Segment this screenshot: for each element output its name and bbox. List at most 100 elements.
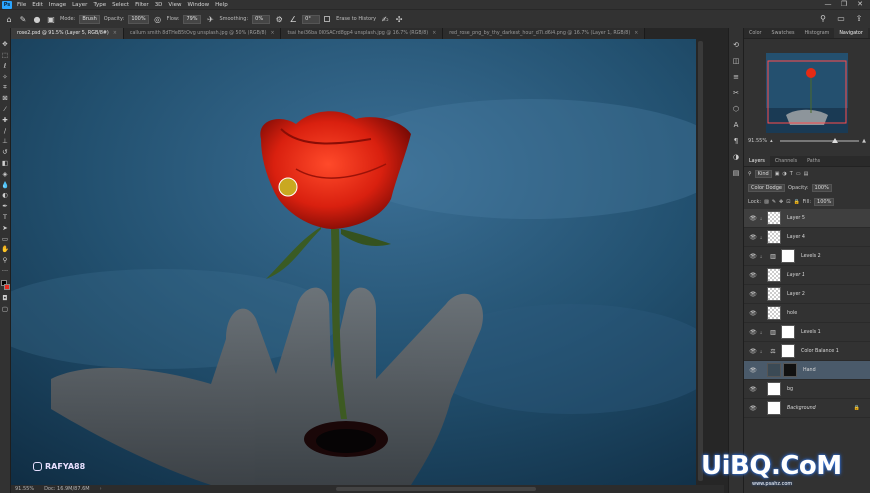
tab-document-2[interactable]: callum smith 8dTHeB5tOvg unsplash.jpg @ … bbox=[123, 28, 282, 39]
visibility-eye-icon[interactable]: 👁 bbox=[748, 291, 758, 298]
angle-input[interactable]: 0° bbox=[302, 14, 321, 24]
lock-position-icon[interactable]: ✥ bbox=[779, 199, 783, 205]
filter-type-icon[interactable]: T bbox=[790, 171, 793, 177]
tab-histogram[interactable]: Histogram bbox=[799, 28, 834, 38]
brush-panel-icon[interactable]: ≡ bbox=[731, 72, 741, 82]
chevron-right-icon[interactable]: › bbox=[100, 486, 102, 492]
erase-history-checkbox[interactable] bbox=[324, 16, 331, 22]
zoom-in-icon[interactable]: ▲ bbox=[862, 138, 866, 144]
brush-settings-icon[interactable]: ▣ bbox=[46, 14, 56, 24]
menu-select[interactable]: Select bbox=[109, 2, 132, 8]
visibility-eye-icon[interactable]: 👁 bbox=[748, 253, 758, 260]
share-icon[interactable]: ⇪ bbox=[854, 13, 864, 23]
history-brush-tool-icon[interactable]: ↺ bbox=[1, 148, 10, 157]
zoom-level[interactable]: 91.55% bbox=[15, 486, 34, 492]
filter-smart-icon[interactable]: ▤ bbox=[804, 171, 809, 177]
filter-shape-icon[interactable]: ▭ bbox=[796, 171, 801, 177]
smoothing-input[interactable]: 0% bbox=[252, 14, 271, 24]
visibility-eye-icon[interactable]: 👁 bbox=[748, 310, 758, 317]
navigator-preview[interactable] bbox=[766, 53, 848, 133]
blend-mode-select[interactable]: Color Dodge bbox=[748, 184, 785, 192]
tab-document-3[interactable]: tsai hei36ba 0I0SACrd8gp4 unsplash.jpg @… bbox=[281, 28, 444, 39]
visibility-eye-icon[interactable]: 👁 bbox=[748, 367, 758, 374]
quick-select-tool-icon[interactable]: ✧ bbox=[1, 72, 10, 81]
brush-tool-icon[interactable]: ∕ bbox=[1, 126, 10, 135]
eraser-tool-preset-icon[interactable]: ✎ bbox=[18, 14, 28, 24]
tab-paths[interactable]: Paths bbox=[802, 156, 825, 166]
close-icon[interactable]: × bbox=[634, 31, 638, 36]
layer-row[interactable]: 👁 hole bbox=[744, 304, 870, 323]
menu-help[interactable]: Help bbox=[212, 2, 231, 8]
visibility-eye-icon[interactable]: 👁 bbox=[748, 215, 758, 222]
lock-pixels-icon[interactable]: ✎ bbox=[772, 199, 776, 205]
navigator-zoom-value[interactable]: 91.55% bbox=[748, 138, 767, 144]
opacity-input[interactable]: 100% bbox=[128, 14, 149, 24]
close-icon[interactable]: × bbox=[270, 31, 274, 36]
symmetry-icon[interactable]: ✣ bbox=[394, 14, 404, 24]
layer-row[interactable]: 👁 Background 🔒 bbox=[744, 399, 870, 418]
filter-kind-select[interactable]: Kind bbox=[754, 170, 772, 178]
move-tool-icon[interactable]: ✥ bbox=[1, 40, 10, 49]
more-tools-icon[interactable]: ··· bbox=[1, 267, 10, 276]
properties-icon[interactable]: ◫ bbox=[731, 56, 741, 66]
visibility-eye-icon[interactable]: 👁 bbox=[748, 348, 758, 355]
tab-document-4[interactable]: red_rose_png_by_thy_darkest_hour_d7i.d6i… bbox=[443, 28, 646, 39]
screen-mode-icon[interactable]: ▢ bbox=[1, 305, 10, 314]
close-button[interactable]: ✕ bbox=[852, 0, 868, 9]
filter-adjust-icon[interactable]: ◑ bbox=[782, 171, 786, 177]
brush-size-icon[interactable]: ● bbox=[32, 14, 42, 24]
character-icon[interactable]: A bbox=[731, 120, 741, 130]
pressure-opacity-icon[interactable]: ◎ bbox=[153, 14, 163, 24]
maximize-button[interactable]: ❐ bbox=[836, 0, 852, 9]
quick-mask-icon[interactable]: ◘ bbox=[1, 294, 10, 303]
visibility-eye-icon[interactable]: 👁 bbox=[748, 272, 758, 279]
blur-tool-icon[interactable]: 💧 bbox=[1, 180, 10, 189]
tab-color[interactable]: Color bbox=[744, 28, 767, 38]
menu-edit[interactable]: Edit bbox=[29, 2, 46, 8]
home-icon[interactable]: ⌂ bbox=[4, 14, 14, 24]
libraries-icon[interactable]: ▤ bbox=[731, 168, 741, 178]
lock-all-icon[interactable]: 🔒 bbox=[793, 199, 799, 205]
background-color-swatch[interactable] bbox=[3, 283, 10, 290]
visibility-eye-icon[interactable]: 👁 bbox=[748, 329, 758, 336]
healing-brush-tool-icon[interactable]: ✚ bbox=[1, 116, 10, 125]
document-canvas[interactable] bbox=[11, 39, 696, 485]
tab-channels[interactable]: Channels bbox=[770, 156, 802, 166]
search-icon[interactable]: ⚲ bbox=[818, 13, 828, 23]
layer-row[interactable]: 👁 Layer 1 bbox=[744, 266, 870, 285]
layer-mask-thumbnail[interactable] bbox=[781, 325, 795, 339]
marquee-tool-icon[interactable]: ⬚ bbox=[1, 51, 10, 60]
visibility-eye-icon[interactable]: 👁 bbox=[748, 386, 758, 393]
layer-row[interactable]: 👁 ↓ Layer 4 bbox=[744, 228, 870, 247]
layer-opacity-input[interactable]: 100% bbox=[811, 184, 832, 192]
adjustments-icon[interactable]: ◑ bbox=[731, 152, 741, 162]
visibility-eye-icon[interactable]: 👁 bbox=[748, 405, 758, 412]
menu-view[interactable]: View bbox=[165, 2, 184, 8]
lock-artboard-icon[interactable]: ⊡ bbox=[786, 199, 790, 205]
pressure-size-icon[interactable]: ✍ bbox=[380, 14, 390, 24]
paragraph-icon[interactable]: ¶ bbox=[731, 136, 741, 146]
flow-input[interactable]: 79% bbox=[183, 14, 202, 24]
cube-icon[interactable]: ⬡ bbox=[731, 104, 741, 114]
eyedropper-tool-icon[interactable]: ⁄ bbox=[1, 105, 10, 114]
vertical-scrollbar[interactable] bbox=[696, 39, 705, 485]
hand-tool-icon[interactable]: ✋ bbox=[1, 245, 10, 254]
tab-navigator[interactable]: Navigator bbox=[834, 28, 868, 38]
layer-mask-thumbnail[interactable] bbox=[783, 363, 797, 377]
smoothing-settings-icon[interactable]: ⚙ bbox=[274, 14, 284, 24]
color-swatches[interactable] bbox=[0, 279, 10, 292]
eraser-tool-icon[interactable]: ◧ bbox=[1, 159, 10, 168]
layer-row[interactable]: 👁 ↓ ⚖ Color Balance 1 bbox=[744, 342, 870, 361]
layer-row[interactable]: 👁 ↓ ▥ Levels 2 bbox=[744, 247, 870, 266]
lasso-tool-icon[interactable]: ℓ bbox=[1, 62, 10, 71]
menu-window[interactable]: Window bbox=[184, 2, 212, 8]
layer-row[interactable]: 👁 ↓ ▥ Levels 1 bbox=[744, 323, 870, 342]
horizontal-scrollbar[interactable] bbox=[336, 487, 536, 491]
lock-transparent-icon[interactable]: ▨ bbox=[764, 199, 769, 205]
paint-bucket-tool-icon[interactable]: ◈ bbox=[1, 170, 10, 179]
menu-filter[interactable]: Filter bbox=[132, 2, 152, 8]
zoom-tool-icon[interactable]: ⚲ bbox=[1, 256, 10, 265]
menu-3d[interactable]: 3D bbox=[152, 2, 166, 8]
layer-mask-thumbnail[interactable] bbox=[781, 249, 795, 263]
tab-document-1[interactable]: rose2.psd @ 91.5% (Layer 5, RGB/8#) × bbox=[11, 28, 124, 39]
